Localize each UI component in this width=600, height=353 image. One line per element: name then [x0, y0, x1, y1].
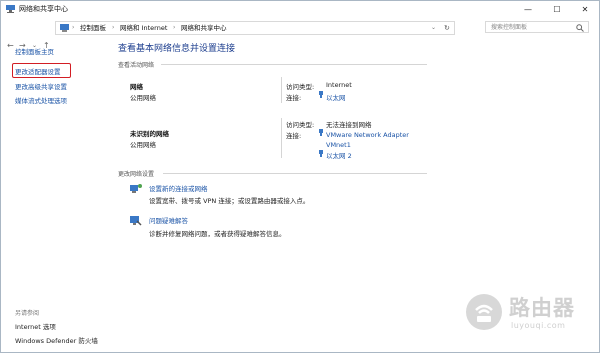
search-icon	[576, 24, 584, 32]
breadcrumb-control-panel[interactable]: 控制面板	[80, 22, 106, 34]
network-2-connection-link-vmnet1[interactable]: VMware Network Adapter VMnet1	[326, 130, 416, 150]
watermark-url: luyouqi.com	[511, 321, 566, 330]
network-2-type[interactable]: 公用网络	[130, 139, 156, 149]
divider	[163, 173, 427, 174]
windows-defender-firewall-link[interactable]: Windows Defender 防火墙	[15, 335, 98, 345]
router-logo-icon	[466, 294, 502, 330]
internet-options-link[interactable]: Internet 选项	[15, 321, 56, 331]
control-panel-icon	[60, 24, 69, 32]
ethernet-icon	[319, 150, 323, 157]
network-2-access-value: 无法连接到网络	[326, 121, 372, 129]
ethernet-icon	[319, 91, 323, 98]
network-1-access-label: 访问类型:	[286, 83, 315, 91]
maximize-button[interactable]: ☐	[543, 1, 571, 18]
sidebar-item-change-adapter-settings[interactable]: 更改适配器设置	[15, 66, 61, 76]
divider	[281, 118, 282, 158]
close-button[interactable]: ✕	[571, 1, 599, 18]
troubleshoot-icon	[130, 216, 142, 226]
network-2-connection-label: 连接:	[286, 132, 302, 140]
address-dropdown-icon[interactable]: ⌄	[431, 22, 436, 34]
minimize-button[interactable]: —	[514, 1, 542, 18]
setup-new-connection-link[interactable]: 设置新的连接或网络	[149, 183, 208, 193]
address-box[interactable]: › 控制面板 › 网络和 Internet › 网络和共享中心 ⌄ ↻	[55, 21, 455, 35]
vmware-adapter-icon	[319, 129, 323, 136]
router-watermark: 路由器 luyouqi.com	[466, 291, 596, 346]
network-1-type[interactable]: 公用网络	[130, 92, 156, 102]
breadcrumb-network-internet[interactable]: 网络和 Internet	[120, 22, 167, 34]
network-1-name: 网络	[130, 83, 143, 91]
sidebar-item-advanced-sharing[interactable]: 更改高级共享设置	[15, 81, 67, 91]
network-2-access-label: 访问类型:	[286, 121, 315, 129]
search-input[interactable]: 搜索控制面板	[485, 21, 589, 33]
network-sharing-center-window: 网络和共享中心 — ☐ ✕ ← → ⌄ ↑ › 控制面板 › 网络和 Inter…	[0, 0, 600, 353]
see-also-header: 另请参阅	[15, 310, 40, 317]
network-2-connection-link-ethernet2[interactable]: 以太网 2	[326, 150, 352, 160]
troubleshoot-link[interactable]: 问题疑难解答	[149, 215, 188, 225]
change-settings-header: 更改网络设置	[118, 171, 155, 178]
watermark-text: 路由器	[509, 296, 575, 320]
troubleshoot-desc: 诊断并修复网络问题，或者获得疑难解答信息。	[149, 230, 286, 238]
divider	[281, 77, 282, 103]
breadcrumb-network-sharing-center[interactable]: 网络和共享中心	[181, 22, 227, 34]
active-networks-header: 查看活动网络	[118, 62, 155, 69]
title-bar[interactable]: 网络和共享中心 — ☐ ✕	[1, 1, 599, 18]
sidebar-item-media-streaming[interactable]: 媒体流式处理选项	[15, 95, 67, 105]
setup-new-connection-desc: 设置宽带、拨号或 VPN 连接；或设置路由器或接入点。	[149, 197, 310, 205]
search-placeholder: 搜索控制面板	[491, 24, 528, 31]
window-title: 网络和共享中心	[19, 5, 68, 13]
network-1-access-value: Internet	[326, 81, 352, 89]
network-1-connection-label: 连接:	[286, 94, 302, 102]
new-connection-icon	[130, 184, 142, 193]
page-title: 查看基本网络信息并设置连接	[118, 44, 236, 54]
network-app-icon	[6, 5, 15, 13]
back-arrow-icon[interactable]: ←	[7, 40, 14, 52]
divider	[161, 64, 427, 65]
network-2-name: 未识别的网络	[130, 130, 169, 138]
sidebar-item-control-panel-home[interactable]: 控制面板主页	[15, 46, 54, 56]
network-1-connection-link[interactable]: 以太网	[326, 92, 346, 102]
refresh-icon[interactable]: ↻	[444, 22, 450, 34]
